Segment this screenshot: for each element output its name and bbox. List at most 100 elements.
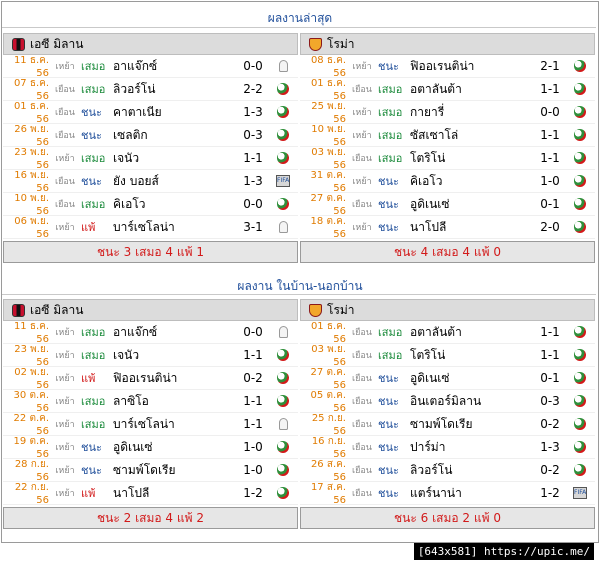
milan-crest-icon: [12, 303, 25, 317]
match-venue: เหย้า: [55, 154, 75, 164]
match-opponent[interactable]: ปาร์ม่า: [410, 438, 535, 457]
match-opponent[interactable]: อูดิเนเซ่: [410, 195, 535, 214]
match-opponent[interactable]: กายารี่: [410, 103, 535, 122]
team-name: เอซี มิลาน: [30, 302, 84, 317]
league-badge-icon: [277, 487, 289, 499]
match-score: 1-3: [243, 174, 263, 188]
match-score: 2-1: [540, 59, 560, 73]
competition-slot: FIFA: [573, 486, 587, 500]
match-score: 1-1: [540, 128, 560, 142]
match-opponent[interactable]: ซัสเซาโล่: [410, 126, 535, 145]
roma-crest-icon: [309, 37, 322, 51]
match-opponent[interactable]: เจนัว: [113, 149, 238, 168]
match-result: เสมอ: [81, 60, 106, 73]
match-opponent[interactable]: เจนัว: [113, 346, 238, 365]
match-opponent[interactable]: อูดิเนเซ่: [113, 438, 238, 457]
record-summary: ชนะ 6 เสมอ 2 แพ้ 0: [300, 507, 595, 529]
match-opponent[interactable]: ลิวอร์โน่: [113, 80, 238, 99]
competition-slot: [573, 394, 587, 408]
match-opponent[interactable]: อตาลันต้า: [410, 80, 535, 99]
competition-slot: [276, 394, 290, 408]
match-row: 25 พ.ย. 56 เหย้า เสมอ กายารี่ 0-0: [300, 101, 595, 125]
match-opponent[interactable]: คาตาเนีย: [113, 103, 238, 122]
match-result: ชนะ: [378, 441, 399, 454]
match-opponent[interactable]: อูดิเนเซ่: [410, 369, 535, 388]
match-opponent[interactable]: บาร์เซโลน่า: [113, 218, 238, 237]
league-badge-icon: [277, 83, 289, 95]
match-opponent[interactable]: คิเอโว: [113, 195, 238, 214]
league-badge-icon: [277, 152, 289, 164]
competition-slot: [573, 371, 587, 385]
match-opponent[interactable]: ลิวอร์โน่: [410, 461, 535, 480]
match-opponent[interactable]: อาแจ๊กซ์: [113, 57, 238, 76]
match-date: 18 ต.ค. 56: [310, 216, 346, 240]
match-row: 28 ก.ย. 56 เหย้า ชนะ ซามพ์โดเรีย 1-0: [3, 459, 298, 483]
match-result: เสมอ: [81, 198, 106, 211]
match-opponent[interactable]: อาแจ๊กซ์: [113, 323, 238, 342]
match-score: 3-1: [243, 220, 263, 234]
match-score: 0-2: [243, 371, 263, 385]
competition-slot: [573, 151, 587, 165]
match-opponent[interactable]: โตริโน่: [410, 346, 535, 365]
competition-slot: [573, 82, 587, 96]
match-opponent[interactable]: นาโปลี: [113, 484, 238, 503]
match-venue: เยือน: [352, 154, 372, 164]
match-opponent[interactable]: นาโปลี: [410, 218, 535, 237]
match-score: 0-0: [243, 59, 263, 73]
match-score: 1-1: [540, 325, 560, 339]
match-venue: เยือน: [352, 374, 372, 384]
match-venue: เยือน: [352, 351, 372, 361]
match-opponent[interactable]: ซามพ์โดเรีย: [410, 415, 535, 434]
league-badge-icon: [277, 395, 289, 407]
match-venue: เหย้า: [352, 177, 372, 187]
match-score: 1-1: [243, 417, 263, 431]
divider: [2, 27, 596, 28]
match-result: ชนะ: [378, 395, 399, 408]
competition-slot: [276, 128, 290, 142]
match-venue: เยือน: [55, 200, 75, 210]
champions-league-trophy-icon: [278, 326, 288, 338]
match-venue: เหย้า: [55, 489, 75, 499]
match-opponent[interactable]: เซลติก: [113, 126, 238, 145]
league-badge-icon: [574, 198, 586, 210]
match-venue: เหย้า: [352, 131, 372, 141]
panel-homeaway-milan: เอซี มิลาน 11 ธ.ค. 56 เหย้า เสมอ อาแจ๊กซ์ 0-0…: [3, 299, 298, 529]
match-opponent[interactable]: อตาลันต้า: [410, 323, 535, 342]
match-row: 26 พ.ย. 56 เยือน ชนะ เซลติก 0-3: [3, 124, 298, 148]
competition-slot: [573, 174, 587, 188]
match-opponent[interactable]: ยัง บอยส์: [113, 172, 238, 191]
match-venue: เหย้า: [55, 466, 75, 476]
match-score: 1-0: [540, 174, 560, 188]
match-opponent[interactable]: แตร์นาน่า: [410, 484, 535, 503]
match-row: 30 ต.ค. 56 เหย้า เสมอ ลาซิโอ 1-1: [3, 390, 298, 414]
competition-slot: [573, 220, 587, 234]
match-score: 1-1: [243, 394, 263, 408]
match-result: แพ้: [81, 221, 96, 234]
match-venue: เยือน: [55, 85, 75, 95]
match-result: ชนะ: [378, 221, 399, 234]
match-opponent[interactable]: ซามพ์โดเรีย: [113, 461, 238, 480]
match-opponent[interactable]: โตริโน่: [410, 149, 535, 168]
league-badge-icon: [574, 441, 586, 453]
competition-slot: [276, 82, 290, 96]
match-score: 0-2: [540, 417, 560, 431]
competition-slot: [276, 197, 290, 211]
match-opponent[interactable]: บาร์เซโลน่า: [113, 415, 238, 434]
match-row: 01 ธ.ค. 56 เยือน ชนะ คาตาเนีย 1-3: [3, 101, 298, 125]
match-result: ชนะ: [81, 106, 102, 119]
match-opponent[interactable]: ลาซิโอ: [113, 392, 238, 411]
match-opponent[interactable]: คิเอโว: [410, 172, 535, 191]
match-date: 06 พ.ย. 56: [14, 216, 49, 240]
match-score: 1-0: [243, 440, 263, 454]
match-score: 0-3: [243, 128, 263, 142]
match-opponent[interactable]: ฟิออเรนติน่า: [410, 57, 535, 76]
match-opponent[interactable]: อินเตอร์มิลาน: [410, 392, 535, 411]
match-venue: เหย้า: [55, 443, 75, 453]
match-row: 31 ต.ค. 56 เหย้า ชนะ คิเอโว 1-0: [300, 170, 595, 194]
match-score: 1-2: [540, 486, 560, 500]
match-result: เสมอ: [378, 129, 403, 142]
fifa-icon: FIFA: [276, 175, 290, 187]
league-badge-icon: [574, 464, 586, 476]
competition-slot: [573, 325, 587, 339]
match-opponent[interactable]: ฟิออเรนติน่า: [113, 369, 238, 388]
